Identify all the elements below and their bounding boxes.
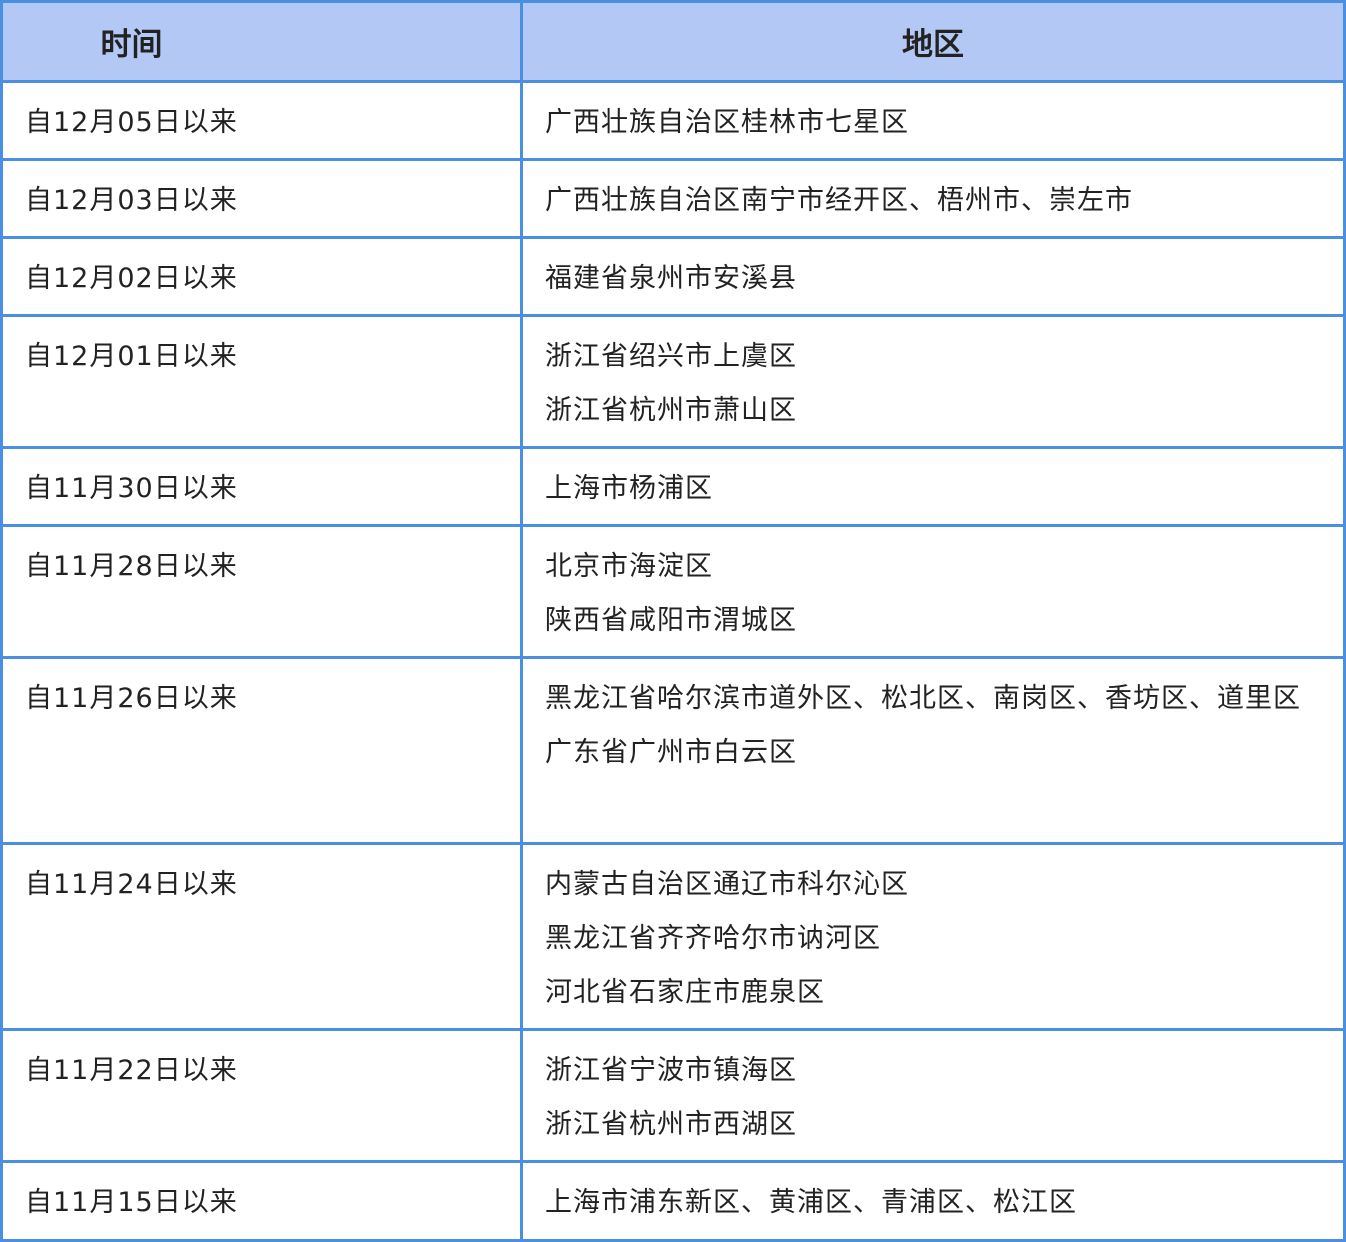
row-region: 内蒙古自治区通辽市科尔沁区 [545,869,909,900]
row-region: 广西壮族自治区桂林市七星区 [545,107,909,138]
header-time: 时间 [3,3,523,80]
row-region: 上海市浦东新区、黄浦区、青浦区、松江区 [545,1187,1077,1218]
row-region: 陕西省咸阳市渭城区 [545,605,797,636]
table-row: 自11月24日以来 内蒙古自治区通辽市科尔沁区 黑龙江省齐齐哈尔市讷河区 河北省… [3,845,1343,1031]
row-time: 自11月28日以来 [25,551,238,582]
header-region: 地区 [902,27,964,63]
row-region: 上海市杨浦区 [545,473,713,504]
row-region: 浙江省杭州市萧山区 [545,395,797,426]
row-region: 广西壮族自治区南宁市经开区、梧州市、崇左市 [545,185,1133,216]
row-region: 福建省泉州市安溪县 [545,263,797,294]
table-row: 自11月22日以来 浙江省宁波市镇海区 浙江省杭州市西湖区 [3,1031,1343,1163]
row-time: 自12月01日以来 [25,341,238,372]
row-region: 北京市海淀区 [545,551,713,582]
row-region: 黑龙江省哈尔滨市道外区、松北区、南岗区、香坊区、道里区 [545,683,1301,714]
table-row: 自11月26日以来 黑龙江省哈尔滨市道外区、松北区、南岗区、香坊区、道里区 广东… [3,659,1343,845]
row-time: 自12月05日以来 [25,107,238,138]
table-row: 自11月28日以来 北京市海淀区 陕西省咸阳市渭城区 [3,527,1343,659]
row-time: 自12月02日以来 [25,263,238,294]
table-row: 自12月05日以来 广西壮族自治区桂林市七星区 [3,83,1343,161]
row-region: 广东省广州市白云区 [545,737,797,768]
row-region: 河北省石家庄市鹿泉区 [545,977,825,1008]
row-time: 自11月24日以来 [25,869,238,900]
row-region: 浙江省绍兴市上虞区 [545,341,797,372]
regions-table: 时间 地区 自12月05日以来 广西壮族自治区桂林市七星区 自12月03日以来 … [0,0,1346,1242]
row-time: 自11月15日以来 [25,1187,238,1218]
table-row: 自12月03日以来 广西壮族自治区南宁市经开区、梧州市、崇左市 [3,161,1343,239]
row-time: 自12月03日以来 [25,185,238,216]
row-time: 自11月30日以来 [25,473,238,504]
row-time: 自11月26日以来 [25,683,238,714]
row-time: 自11月22日以来 [25,1055,238,1086]
table-row: 自11月30日以来 上海市杨浦区 [3,449,1343,527]
table-header-row: 时间 地区 [3,3,1343,83]
table-row: 自12月01日以来 浙江省绍兴市上虞区 浙江省杭州市萧山区 [3,317,1343,449]
row-region: 黑龙江省齐齐哈尔市讷河区 [545,923,881,954]
table-row: 自11月15日以来 上海市浦东新区、黄浦区、青浦区、松江区 [3,1163,1343,1239]
row-region: 浙江省宁波市镇海区 [545,1055,797,1086]
row-region: 浙江省杭州市西湖区 [545,1109,797,1140]
table-row: 自12月02日以来 福建省泉州市安溪县 [3,239,1343,317]
